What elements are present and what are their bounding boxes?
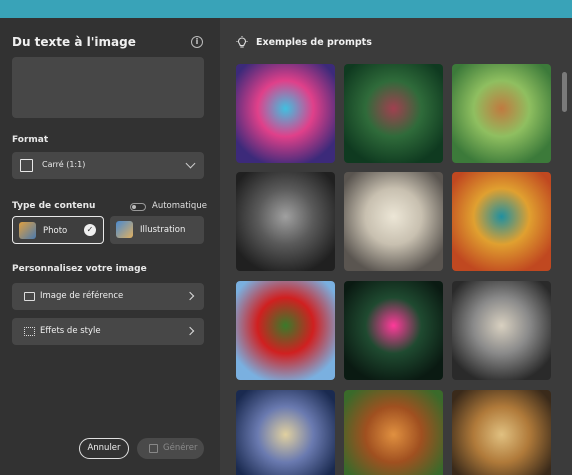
scrollbar[interactable] bbox=[562, 72, 567, 112]
tile-marble-table[interactable] bbox=[236, 172, 335, 271]
tile-tulip-house[interactable] bbox=[236, 281, 335, 380]
photo-thumbnail bbox=[19, 222, 36, 239]
chevron-right-icon bbox=[185, 326, 195, 336]
style-effects-label: Effets de style bbox=[40, 326, 101, 336]
panel-title: Du texte à l'image bbox=[12, 35, 136, 49]
format-value: Carré (1:1) bbox=[42, 160, 86, 169]
content-type-label: Type de contenu bbox=[12, 201, 96, 211]
generate-icon bbox=[149, 444, 158, 453]
tile-bulldog-king[interactable] bbox=[344, 172, 443, 271]
tile-neon-rose[interactable] bbox=[344, 281, 443, 380]
customize-label: Personnalisez votre image bbox=[12, 264, 147, 274]
tile-jungle-statue[interactable] bbox=[344, 64, 443, 163]
checkmark-icon: ✓ bbox=[84, 224, 96, 236]
image-icon bbox=[24, 292, 35, 301]
tile-swirl-night[interactable] bbox=[236, 390, 335, 475]
style-effects-button[interactable]: Effets de style bbox=[12, 318, 204, 345]
tile-girl-turtle[interactable] bbox=[452, 64, 551, 163]
info-icon[interactable]: i bbox=[191, 36, 203, 48]
generate-label: Générer bbox=[163, 443, 198, 453]
tile-dragon[interactable] bbox=[452, 172, 551, 271]
format-label: Format bbox=[12, 135, 49, 145]
auto-toggle[interactable] bbox=[130, 203, 146, 211]
effects-icon bbox=[24, 327, 35, 336]
content-type-photo-label: Photo bbox=[43, 226, 68, 236]
format-select[interactable]: Carré (1:1) bbox=[12, 152, 204, 179]
content-type-illustration-label: Illustration bbox=[140, 225, 186, 235]
cancel-button[interactable]: Annuler bbox=[79, 438, 129, 459]
chevron-down-icon bbox=[185, 158, 196, 169]
examples-title: Exemples de prompts bbox=[256, 37, 372, 48]
generate-button[interactable]: Générer bbox=[137, 438, 204, 459]
square-icon bbox=[20, 159, 33, 172]
reference-image-label: Image de référence bbox=[40, 291, 124, 301]
illustration-thumbnail bbox=[116, 221, 133, 238]
lightbulb-icon bbox=[236, 36, 248, 48]
content-type-illustration[interactable]: Illustration bbox=[110, 216, 204, 244]
left-panel: Du texte à l'image i Format Carré (1:1) … bbox=[0, 18, 220, 475]
chevron-right-icon bbox=[185, 291, 195, 301]
reference-image-button[interactable]: Image de référence bbox=[12, 283, 204, 310]
top-bar bbox=[0, 0, 572, 18]
auto-toggle-label: Automatique bbox=[152, 201, 207, 211]
tile-orangutan[interactable] bbox=[344, 390, 443, 475]
tile-neon-dog[interactable] bbox=[236, 64, 335, 163]
content-type-photo[interactable]: Photo ✓ bbox=[12, 216, 104, 244]
tile-building-sketch[interactable] bbox=[452, 281, 551, 380]
tile-steampunk-ship[interactable] bbox=[452, 390, 551, 475]
prompt-input[interactable] bbox=[12, 57, 204, 118]
